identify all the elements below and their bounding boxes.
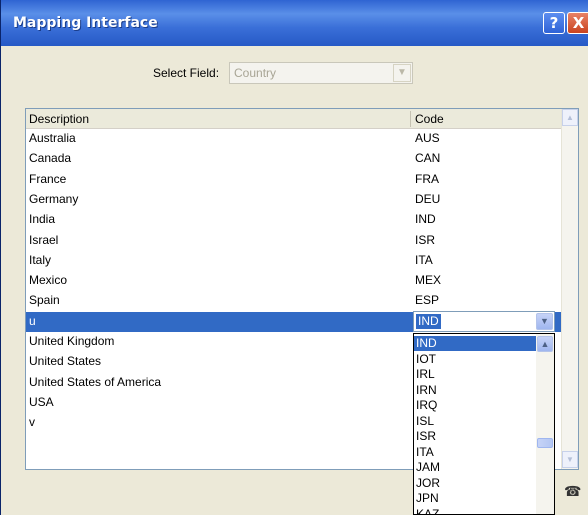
dropdown-option[interactable]: IRL [414, 367, 536, 382]
row-description: Italy [29, 252, 52, 267]
table-row[interactable]: Australia AUS [26, 129, 562, 149]
select-field-value: Country [234, 66, 277, 80]
chevron-down-icon[interactable]: ▼ [536, 313, 553, 330]
row-code: ESP [415, 293, 440, 308]
row-description: u [29, 313, 36, 328]
table-row[interactable]: Italy ITA [26, 251, 562, 271]
dropdown-option[interactable]: IRN [414, 383, 536, 398]
select-field-dropdown[interactable]: Country ▼ [229, 62, 413, 84]
column-header-code[interactable]: Code [415, 112, 444, 126]
row-code: AUS [415, 131, 440, 145]
dropdown-scrollbar[interactable]: ▲ [536, 334, 554, 514]
chevron-up-icon[interactable]: ▲ [562, 109, 578, 126]
dropdown-option[interactable]: ISL [414, 414, 536, 429]
code-dropdown-list[interactable]: IND IOT IRL IRN IRQ ISL ISR ITA JAM JOR JPN KAZ ▲ [413, 333, 555, 515]
row-description: United Kingdom [29, 334, 115, 348]
column-header-description[interactable]: Description [29, 112, 89, 126]
table-row[interactable]: Spain ESP [26, 291, 562, 311]
chevron-down-icon[interactable]: ▼ [562, 451, 578, 468]
row-code: DEU [415, 191, 441, 206]
row-code: IND [415, 212, 436, 227]
dropdown-option[interactable]: JPN [414, 491, 536, 506]
row-description: USA [29, 394, 54, 409]
table-row[interactable]: Israel ISR [26, 231, 562, 251]
dropdown-option[interactable]: JOR [414, 476, 536, 491]
dropdown-option[interactable]: IOT [414, 352, 536, 367]
dropdown-scroll-thumb[interactable] [537, 438, 553, 448]
select-field-label: Select Field: [153, 66, 220, 80]
row-code: ISR [415, 232, 436, 247]
code-editor-combo[interactable]: IND ▼ [413, 311, 555, 332]
phone-icon[interactable]: ☎ [564, 483, 581, 500]
row-description: Israel [29, 232, 59, 247]
column-divider[interactable] [410, 111, 411, 127]
select-field-row: Select Field: Country ▼ [1, 62, 588, 86]
dropdown-option[interactable]: ITA [414, 445, 536, 460]
chevron-up-icon[interactable]: ▲ [537, 336, 553, 352]
row-code: MEX [415, 273, 442, 288]
row-code: FRA [415, 171, 439, 186]
row-description: Spain [29, 293, 60, 308]
grid-scrollbar[interactable]: ▲ ▼ [561, 109, 578, 469]
table-row[interactable]: India IND [26, 210, 562, 230]
table-row[interactable]: Mexico MEX [26, 271, 562, 291]
row-description: v [29, 415, 35, 430]
dropdown-option[interactable]: ISR [414, 429, 536, 444]
table-row[interactable]: Canada CAN [26, 149, 562, 169]
code-editor-value[interactable]: IND [416, 314, 441, 329]
row-description: Germany [29, 191, 79, 206]
dropdown-option[interactable]: IRQ [414, 398, 536, 413]
row-description: Mexico [29, 273, 68, 288]
dropdown-option[interactable]: KAZ [414, 507, 536, 515]
row-code: ITA [415, 252, 433, 267]
chevron-down-icon[interactable]: ▼ [393, 64, 411, 82]
close-button[interactable]: X [567, 12, 588, 34]
help-button[interactable]: ? [543, 12, 565, 34]
row-description: India [29, 212, 56, 227]
table-row[interactable]: Germany DEU [26, 190, 562, 210]
title-bar[interactable]: Mapping Interface ? X [1, 0, 588, 46]
row-code: CAN [415, 151, 441, 166]
row-description: Australia [29, 131, 76, 145]
dropdown-option[interactable]: IND [414, 336, 536, 351]
row-description: United States of America [29, 374, 162, 389]
mapping-window: Mapping Interface ? X Select Field: Coun… [0, 0, 588, 515]
window-title: Mapping Interface [13, 15, 158, 31]
table-row[interactable]: France FRA [26, 170, 562, 190]
row-description: France [29, 171, 67, 186]
grid-header: Description Code [26, 109, 562, 129]
dropdown-option[interactable]: JAM [414, 460, 536, 475]
row-description: United States [29, 354, 102, 369]
row-description: Canada [29, 151, 72, 166]
